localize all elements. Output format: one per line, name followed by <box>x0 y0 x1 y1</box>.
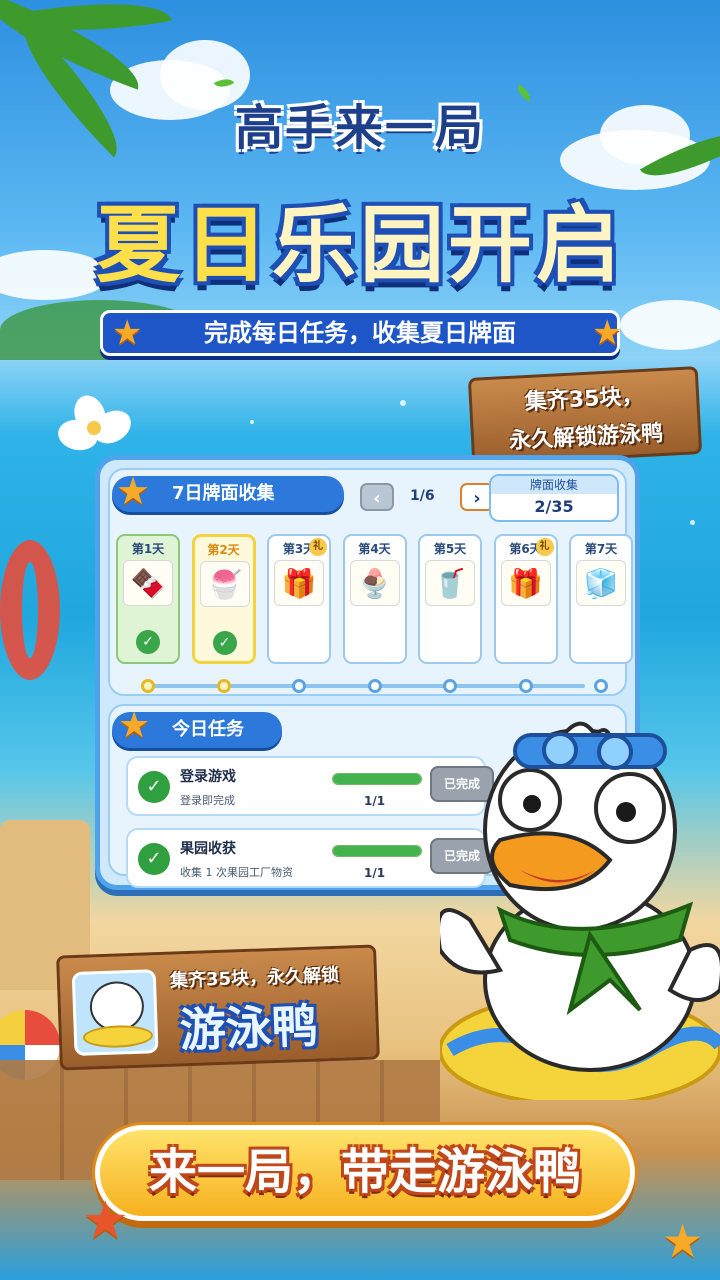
collection-counter: 牌面收集 2/35 <box>489 474 619 522</box>
gift-badge: 礼 <box>309 538 327 556</box>
starfish-icon: ★ <box>118 705 151 746</box>
progress-dot <box>518 679 533 693</box>
progress-dot <box>367 679 382 693</box>
progress-dot <box>292 679 306 693</box>
day-label: 第5天 <box>433 542 467 556</box>
progress-dot <box>216 679 231 693</box>
event-headline: 夏日乐园开启 <box>60 178 660 299</box>
task-progress-bar <box>332 845 422 857</box>
day-card[interactable]: 第6天礼 🎁 <box>493 534 558 664</box>
top-reward-sign: 集齐35块， 永久解锁游泳鸭 <box>467 366 703 466</box>
shaved-ice-icon: 🍧 <box>199 561 250 607</box>
task-progress-text: 1/1 <box>364 866 386 880</box>
task-progress-bar <box>332 773 422 785</box>
check-icon: ✓ <box>136 630 160 654</box>
sundae-icon: 🍨 <box>349 560 400 606</box>
subtitle-text: 完成每日任务，收集夏日牌面 <box>204 319 516 347</box>
play-now-button[interactable]: 来一局，带走游泳鸭 <box>95 1125 635 1221</box>
prev-page-button[interactable]: ‹ <box>360 483 394 511</box>
day-label: 第7天 <box>584 542 618 556</box>
logo-text: 高手来一局 <box>235 100 486 156</box>
day-label: 第1天 <box>131 542 165 556</box>
bottom-sign-line1: 集齐35块，永久解锁 <box>169 964 340 992</box>
gift-badge: 礼 <box>535 538 554 556</box>
progress-dot <box>141 679 155 693</box>
gift-box-icon: 🎁 <box>500 560 551 606</box>
progress-dot <box>443 679 457 693</box>
starfish-icon: ★ <box>662 1214 704 1268</box>
check-icon: ✓ <box>138 771 170 803</box>
day-label: 第4天 <box>358 542 391 556</box>
gift-box-icon: 🎁 <box>274 560 324 606</box>
check-icon: ✓ <box>138 843 170 875</box>
task-progress-text: 1/1 <box>364 794 386 808</box>
starfish-icon: ★ <box>112 313 143 353</box>
ice-cream-sandwich-icon: 🍫 <box>123 560 173 606</box>
day-card[interactable]: 第5天 🥤 <box>418 534 482 664</box>
task-description: 登录即完成 <box>180 794 235 807</box>
subtitle-ribbon: 完成每日任务，收集夏日牌面 <box>100 310 620 356</box>
collection-counter-value: 2/35 <box>534 497 574 516</box>
task-name: 果园收获 <box>180 841 236 857</box>
starfish-icon: ★ <box>82 1191 129 1251</box>
duck-thumbnail <box>71 969 159 1057</box>
day-card[interactable]: 第4天 🍨 <box>342 534 407 664</box>
task-description: 收集 1 次果园工厂物资 <box>180 866 293 879</box>
starfish-icon: ★ <box>592 313 623 353</box>
task-row: ✓ 果园收获 收集 1 次果园工厂物资 1/1 已完成 <box>126 828 494 888</box>
day-card[interactable]: 第7天 🧊 <box>569 534 633 664</box>
iced-drink-icon: 🥤 <box>425 560 475 606</box>
day-card[interactable]: 第3天礼 🎁 <box>267 534 331 664</box>
bottom-reward-sign: 集齐35块，永久解锁 游泳鸭 <box>56 944 380 1071</box>
task-name: 登录游戏 <box>180 769 236 785</box>
check-icon: ✓ <box>212 631 237 655</box>
headline-part2: 乐园开启 <box>272 196 625 294</box>
swimming-duck-mascot <box>436 720 720 1107</box>
cooler-box-icon: 🧊 <box>576 560 626 606</box>
starfish-icon: ★ <box>116 469 151 513</box>
day-label: 第2天 <box>207 543 240 557</box>
collection-section: 7日牌面收集 ★ ‹ 1/6 › 牌面收集 2/35 第1天 🍫 ✓ 第2天 🍧 ✓ 第3天… <box>108 468 633 696</box>
game-logo: 高手来一局 <box>213 74 535 168</box>
bottom-sign-line2: 游泳鸭 <box>178 998 319 1058</box>
page-indicator: 1/6 <box>410 488 435 504</box>
day-card[interactable]: 第2天 🍧 ✓ <box>191 534 256 664</box>
collection-counter-title: 牌面收集 <box>491 476 617 494</box>
headline-part1: 夏日 <box>95 196 272 294</box>
progress-dot <box>594 679 608 693</box>
day-card[interactable]: 第1天 🍫 ✓ <box>116 534 180 664</box>
task-row: ✓ 登录游戏 登录即完成 1/1 已完成 <box>126 756 494 816</box>
